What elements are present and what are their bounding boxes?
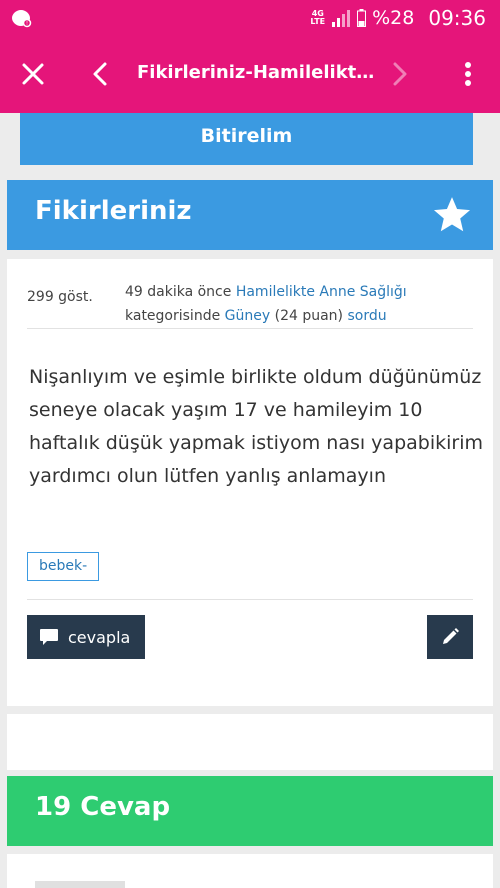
app-toolbar: Fikirleriniz-Hamilelikte A... [0,35,500,113]
question-meta: 49 dakika önce Hamilelikte Anne Sağlığı … [125,280,465,328]
answer-button-label: cevapla [68,627,131,647]
question-card: 299 göst. 49 dakika önce Hamilelikte Ann… [7,259,493,706]
category-suffix: kategorisinde [125,308,221,324]
question-section-header: Fikirleriniz [7,180,493,250]
empty-card [7,714,493,770]
divider [27,599,473,600]
clock: 09:36 [428,6,486,30]
comment-icon [40,629,58,645]
view-count: 299 göst. [27,289,93,305]
section-title: Fikirleriniz [35,196,192,226]
banner-text: Bitirelim [200,125,293,147]
promo-banner[interactable]: Bitirelim [20,113,473,165]
battery-percent: %28 [372,7,415,29]
app-notification-icon: ! [12,10,32,28]
divider [27,328,473,329]
more-vert-icon[interactable] [458,60,478,88]
svg-text:!: ! [26,21,28,27]
answer-button[interactable]: cevapla [27,615,145,659]
answer-card [7,854,493,888]
signal-icon [332,10,351,27]
answer-avatar-placeholder [35,881,125,888]
author-link[interactable]: Güney [225,308,271,324]
edit-button[interactable] [427,615,473,659]
status-bar: ! 4G LTE %28 09:36 [0,0,500,35]
close-icon[interactable] [20,61,46,87]
star-icon[interactable] [431,194,473,236]
time-ago: 49 dakika önce [125,284,232,300]
author-points: (24 puan) [274,308,344,324]
asked-link[interactable]: sordu [347,308,386,324]
answers-title: 19 Cevap [35,792,171,822]
question-text: Nişanlıyım ve eşimle birlikte oldum düğü… [29,366,483,487]
back-arrow-icon[interactable] [90,61,110,87]
forward-arrow-icon[interactable] [390,61,410,87]
network-indicator: 4G LTE [310,10,325,26]
network-subtype: LTE [310,17,326,26]
edit-pencil-icon [443,628,459,644]
category-link[interactable]: Hamilelikte Anne Sağlığı [236,284,407,300]
answers-section-header: 19 Cevap [7,776,493,846]
battery-icon [357,9,367,27]
tag-badge[interactable]: bebek- [27,552,100,581]
page-title: Fikirleriniz-Hamilelikte A... [137,62,377,83]
